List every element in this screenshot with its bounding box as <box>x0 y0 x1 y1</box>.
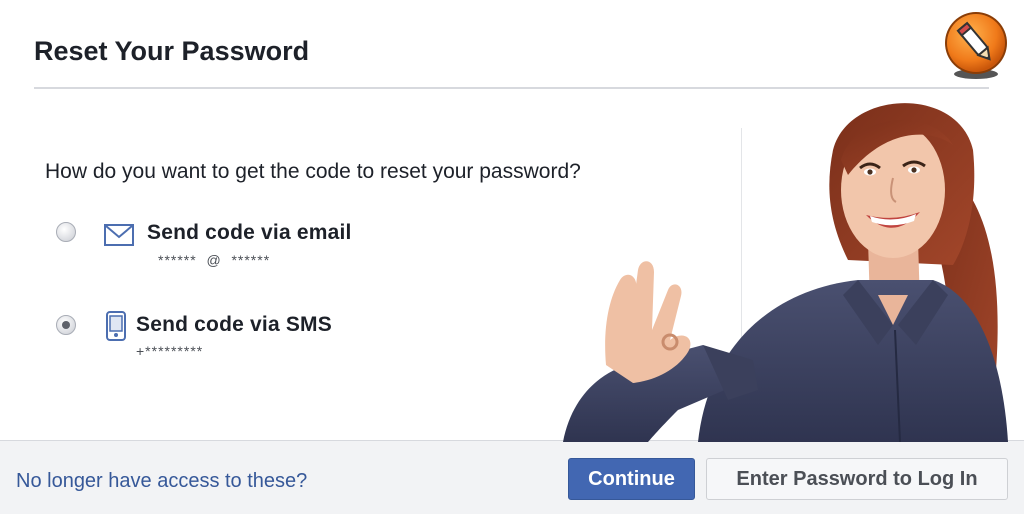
masked-phone: +********* <box>136 343 204 359</box>
email-option-label[interactable]: Send code via email <box>147 221 352 245</box>
woman-photo <box>563 103 1008 442</box>
masked-email: ****** @ ****** <box>158 252 271 268</box>
email-option-radio[interactable] <box>56 222 76 242</box>
sms-option-label[interactable]: Send code via SMS <box>136 313 332 337</box>
question-text: How do you want to get the code to reset… <box>45 160 581 183</box>
phone-icon <box>106 311 126 341</box>
sms-option-radio[interactable] <box>56 315 76 335</box>
continue-button[interactable]: Continue <box>568 458 695 500</box>
title-divider <box>34 87 989 89</box>
mail-icon <box>104 224 134 246</box>
no-access-link[interactable]: No longer have access to these? <box>16 470 307 493</box>
page-title: Reset Your Password <box>34 36 310 66</box>
radio-selected-dot <box>62 321 70 329</box>
pencil-icon <box>945 12 1007 79</box>
enter-password-button[interactable]: Enter Password to Log In <box>706 458 1008 500</box>
